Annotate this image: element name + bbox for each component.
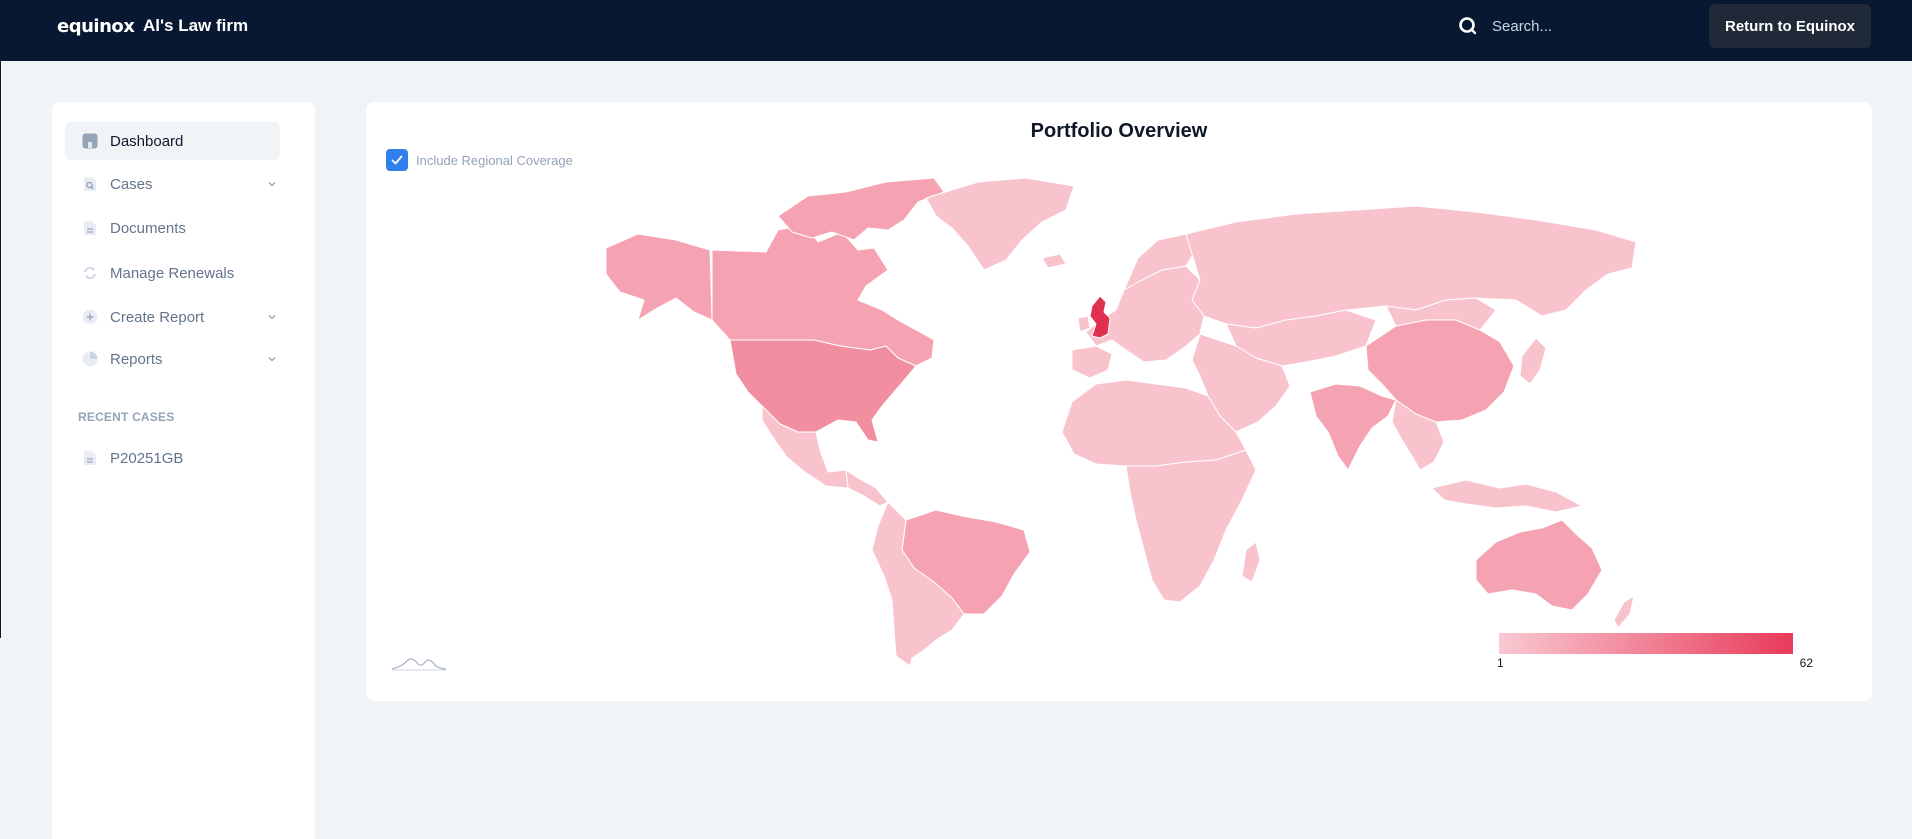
portfolio-overview-panel: Portfolio Overview Include Regional Cove… (366, 102, 1872, 701)
equinox-logo[interactable]: equinox (57, 16, 135, 37)
sidebar-item-reports[interactable]: Reports (65, 340, 280, 378)
app-title: Al's Law firm (143, 16, 249, 35)
recent-cases-heading: RECENT CASES (78, 410, 175, 424)
sidebar-item-label: Dashboard (110, 132, 184, 150)
region-united-states[interactable] (729, 339, 917, 443)
region-new-zealand[interactable] (1613, 595, 1635, 629)
document-icon (81, 219, 99, 237)
panel-title: Portfolio Overview (1030, 120, 1208, 142)
regional-coverage-toggle[interactable]: Include Regional Coverage (386, 149, 573, 171)
region-central-america[interactable] (845, 469, 889, 507)
region-india[interactable] (1309, 383, 1397, 471)
document-icon (81, 449, 99, 467)
cases-icon (81, 175, 99, 193)
plus-icon (81, 308, 99, 326)
sidebar-item-dashboard[interactable]: Dashboard (65, 122, 280, 160)
sidebar-item-cases[interactable]: Cases (65, 165, 280, 203)
sidebar-item-label: Reports (110, 350, 163, 368)
chart-wave-icon (391, 658, 447, 671)
top-navigation-bar: equinox Al's Law firm Return to Equinox (0, 0, 1912, 61)
sidebar-item-label: Documents (110, 219, 186, 237)
chevron-down-icon[interactable] (266, 178, 278, 190)
regional-coverage-checkbox[interactable] (386, 149, 408, 171)
window-edge (0, 61, 1, 638)
color-scale-legend (1499, 633, 1793, 654)
sidebar-item-label: Manage Renewals (110, 264, 235, 282)
region-japan[interactable] (1519, 337, 1547, 385)
sidebar: Dashboard Cases Documents Manage Renewal… (52, 102, 315, 839)
region-australia[interactable] (1475, 519, 1603, 611)
search-input[interactable] (1492, 12, 1682, 40)
sidebar-item-manage-renewals[interactable]: Manage Renewals (65, 254, 280, 292)
return-to-equinox-button[interactable]: Return to Equinox (1709, 4, 1871, 48)
region-arctic-islands[interactable] (777, 177, 945, 241)
region-united-kingdom[interactable] (1089, 295, 1111, 339)
region-sub-saharan-africa[interactable] (1125, 449, 1257, 603)
renew-icon (81, 264, 99, 282)
sidebar-item-create-report[interactable]: Create Report (65, 298, 280, 336)
region-alaska[interactable] (605, 233, 713, 321)
world-choropleth-map[interactable] (596, 170, 1636, 670)
checkmark-icon (391, 155, 403, 165)
sidebar-item-label: Create Report (110, 308, 205, 326)
chevron-down-icon[interactable] (266, 311, 278, 323)
region-iceland[interactable] (1041, 253, 1067, 269)
sidebar-item-label: Cases (110, 175, 153, 193)
legend-min-label: 1 (1497, 656, 1504, 670)
recent-case-item[interactable]: P20251GB (65, 439, 280, 477)
chevron-down-icon[interactable] (266, 353, 278, 365)
pie-chart-icon (81, 350, 99, 368)
sidebar-item-documents[interactable]: Documents (65, 209, 280, 247)
dashboard-icon (81, 132, 99, 150)
region-indonesia[interactable] (1431, 479, 1583, 513)
search-icon[interactable] (1458, 16, 1478, 36)
legend-max-label: 62 (1799, 656, 1813, 670)
recent-case-label: P20251GB (110, 449, 184, 467)
checkbox-label: Include Regional Coverage (416, 152, 573, 168)
region-iberia[interactable] (1071, 345, 1113, 379)
region-madagascar[interactable] (1241, 541, 1261, 583)
